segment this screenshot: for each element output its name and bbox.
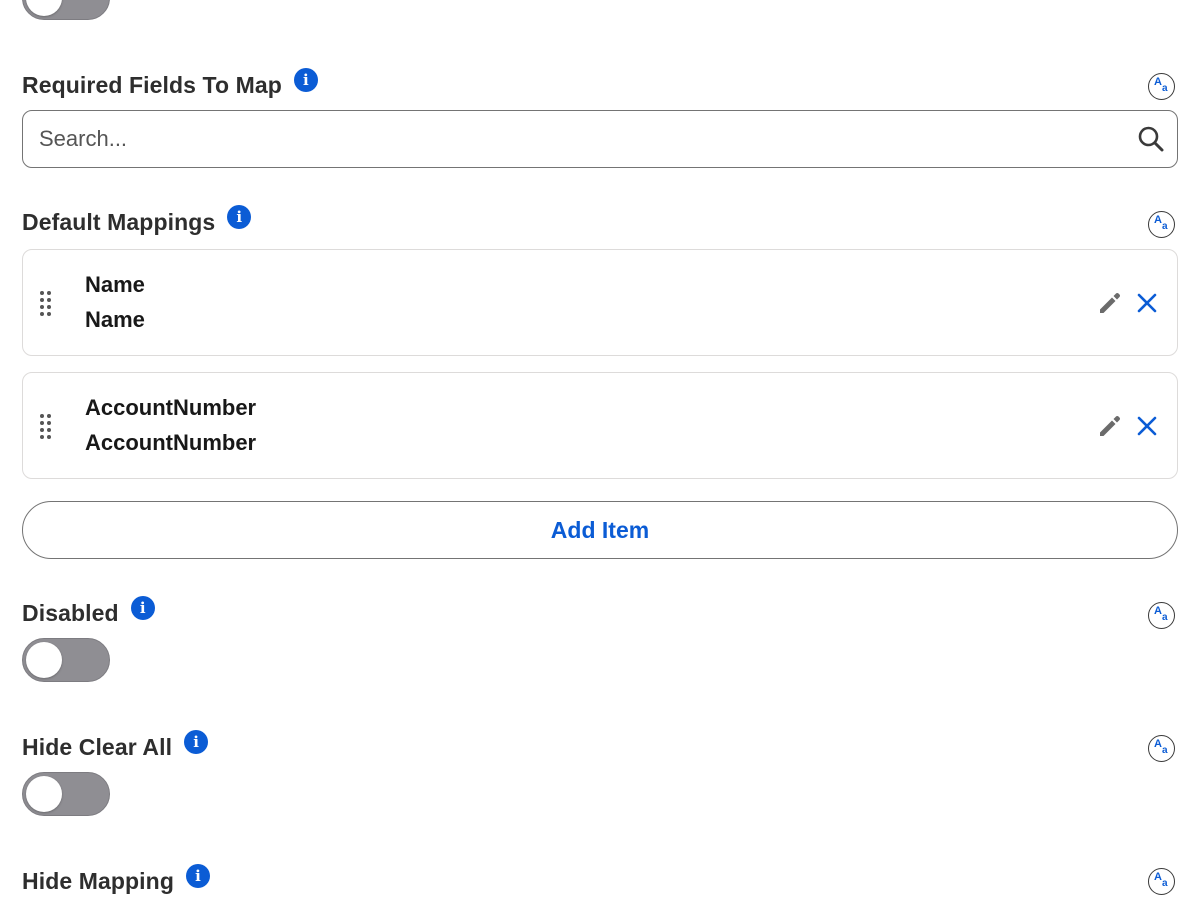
translate-aa-icon[interactable]: A a xyxy=(1148,868,1175,895)
search-field xyxy=(22,110,1178,168)
required-fields-label: Required Fields To Map xyxy=(22,71,282,98)
hide-clear-all-label: Hide Clear All xyxy=(22,733,173,760)
close-icon[interactable] xyxy=(1136,292,1158,314)
translate-aa-icon[interactable]: A a xyxy=(1148,73,1175,100)
translate-aa-icon[interactable]: A a xyxy=(1148,735,1175,762)
default-mappings-label: Default Mappings xyxy=(22,208,216,235)
info-icon[interactable]: i xyxy=(227,205,252,229)
info-icon[interactable]: i xyxy=(293,68,318,92)
hide-clear-all-toggle[interactable] xyxy=(22,772,110,816)
toggle-knob xyxy=(26,776,62,812)
hide-mapping-label: Hide Mapping xyxy=(22,867,174,894)
info-icon[interactable]: i xyxy=(185,864,210,888)
disabled-label: Disabled xyxy=(22,599,119,626)
hide-clear-all-label-row: Hide Clear All i xyxy=(22,730,209,762)
translate-aa-icon[interactable]: A a xyxy=(1148,602,1175,629)
close-icon[interactable] xyxy=(1136,415,1158,437)
pencil-icon[interactable] xyxy=(1097,413,1123,439)
drag-handle-icon[interactable] xyxy=(38,290,54,316)
mapping-item: Name Name xyxy=(22,249,1178,356)
search-icon[interactable] xyxy=(1137,125,1165,153)
drag-handle-icon[interactable] xyxy=(38,413,54,439)
disabled-toggle[interactable] xyxy=(22,638,110,682)
required-fields-label-row: Required Fields To Map i xyxy=(22,68,318,100)
add-item-button[interactable]: Add Item xyxy=(22,501,1178,559)
default-mappings-label-row: Default Mappings i xyxy=(22,205,252,237)
mapping-target: Name xyxy=(85,307,145,332)
translate-aa-icon[interactable]: A a xyxy=(1148,211,1175,238)
pencil-icon[interactable] xyxy=(1097,290,1123,316)
mapping-source: Name xyxy=(85,272,145,297)
settings-panel: Required Fields To Map i A a Default Map… xyxy=(0,0,1200,900)
toggle-knob xyxy=(26,642,62,678)
mapping-source: AccountNumber xyxy=(85,395,257,420)
mapping-target: AccountNumber xyxy=(85,430,257,455)
disabled-label-row: Disabled i xyxy=(22,596,155,628)
mapping-item: AccountNumber AccountNumber xyxy=(22,372,1178,479)
info-icon[interactable]: i xyxy=(130,596,155,620)
toggle-knob xyxy=(26,0,62,16)
toggle-switch-top[interactable] xyxy=(22,0,110,20)
search-input[interactable] xyxy=(23,111,1145,166)
hide-mapping-label-row: Hide Mapping i xyxy=(22,864,210,896)
info-icon[interactable]: i xyxy=(184,730,209,754)
